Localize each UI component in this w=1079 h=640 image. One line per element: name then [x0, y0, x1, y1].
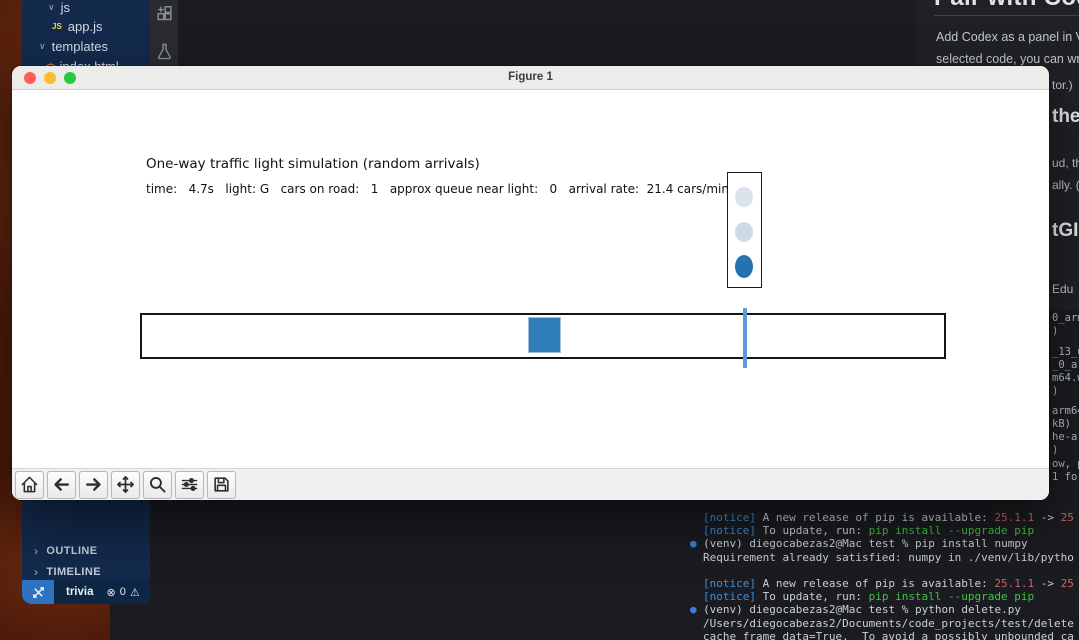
- terminal-line: [notice] A new release of pip is availab…: [703, 577, 1079, 590]
- warnings-icon: ⚠: [130, 586, 140, 599]
- save-button[interactable]: [207, 471, 236, 499]
- testing-flask-icon[interactable]: [156, 43, 173, 65]
- traffic-light-box: [727, 172, 762, 288]
- codex-panel-text: selected code, you can write shorter pro…: [936, 52, 1079, 66]
- chevron-right-icon: ›: [34, 544, 38, 558]
- terminal-output-block-2: [notice] A new release of pip is availab…: [703, 577, 1079, 640]
- terminal-line: /Users/diegocabezas2/Documents/code_proj…: [703, 617, 1079, 630]
- home-button[interactable]: [15, 471, 44, 499]
- magnifier-icon: [148, 475, 167, 494]
- save-floppy-icon: [212, 475, 231, 494]
- sliders-icon: [180, 475, 199, 494]
- outline-section-header[interactable]: › OUTLINE: [22, 541, 150, 561]
- red-light-off: [735, 187, 753, 207]
- chevron-right-icon: ›: [34, 565, 38, 579]
- terminal-line: ● (venv) diegocabezas2@Mac test % pip in…: [703, 537, 1079, 550]
- folder-label: js: [61, 0, 70, 15]
- sidebar-item-appjs[interactable]: JS app.js: [22, 16, 150, 36]
- configure-subplots-button[interactable]: [175, 471, 204, 499]
- figure-window: Figure 1 One-way traffic light simulatio…: [12, 66, 1049, 500]
- terminal-line: cache_frame_data=True. To avoid a possib…: [703, 630, 1079, 640]
- extensions-icon[interactable]: [156, 6, 173, 28]
- arrow-right-icon: [84, 475, 103, 494]
- git-branch-label[interactable]: trivia: [66, 586, 94, 598]
- terminal-line: [notice] To update, run: pip install --u…: [703, 524, 1079, 537]
- terminal-line: ● (venv) diegocabezas2@Mac test % python…: [703, 603, 1079, 616]
- js-file-icon: JS: [52, 22, 62, 31]
- chevron-down-icon: ∨: [39, 41, 46, 52]
- desktop: Pair with Codex Add Codex as a panel in …: [0, 0, 1079, 640]
- activity-bar: [150, 0, 178, 70]
- plot-title: One-way traffic light simulation (random…: [146, 156, 480, 172]
- home-icon: [20, 475, 39, 494]
- yellow-light-off: [735, 222, 753, 242]
- divider: [934, 15, 1079, 16]
- file-label: app.js: [68, 19, 103, 34]
- chevron-down-icon: ∨: [48, 2, 55, 13]
- simulation-status-line: time: 4.7s light: G cars on road: 1 appr…: [146, 182, 729, 196]
- back-button[interactable]: [47, 471, 76, 499]
- remote-indicator-icon: [32, 586, 45, 599]
- stop-line: [743, 308, 747, 368]
- status-bar: trivia ⊗ 0 ⚠: [22, 580, 150, 604]
- figure-titlebar[interactable]: Figure 1: [12, 66, 1049, 90]
- sidebar-item-templates-folder[interactable]: ∨ templates: [22, 36, 150, 56]
- matplotlib-toolbar: [12, 468, 1049, 500]
- sidebar-item-js-folder[interactable]: ∨ js: [22, 0, 150, 17]
- terminal-line: [notice] A new release of pip is availab…: [703, 511, 1079, 524]
- codex-panel-heading: Pair with Codex: [934, 0, 1079, 12]
- remote-indicator[interactable]: [22, 580, 54, 604]
- terminal-output-block-1: [notice] A new release of pip is availab…: [703, 511, 1079, 564]
- green-light-on: [735, 255, 753, 278]
- timeline-section-header[interactable]: › TIMELINE: [22, 562, 150, 582]
- arrow-left-icon: [52, 475, 71, 494]
- car-marker: [528, 317, 561, 353]
- forward-button[interactable]: [79, 471, 108, 499]
- window-title: Figure 1: [12, 71, 1049, 83]
- section-label: OUTLINE: [46, 545, 97, 557]
- errors-icon: ⊗: [107, 586, 116, 599]
- terminal-line: [notice] To update, run: pip install --u…: [703, 590, 1079, 603]
- problems-indicator[interactable]: ⊗ 0 ⚠: [107, 586, 140, 599]
- terminal-line: Requirement already satisfied: numpy in …: [703, 551, 1079, 564]
- folder-label: templates: [52, 39, 108, 54]
- pan-move-icon: [116, 475, 135, 494]
- zoom-rect-button[interactable]: [143, 471, 172, 499]
- section-label: TIMELINE: [46, 566, 101, 578]
- plot-canvas: One-way traffic light simulation (random…: [12, 90, 1049, 468]
- codex-panel-text: Add Codex as a panel in VS Code to chat,…: [936, 30, 1079, 44]
- errors-count: 0: [120, 586, 126, 598]
- pan-button[interactable]: [111, 471, 140, 499]
